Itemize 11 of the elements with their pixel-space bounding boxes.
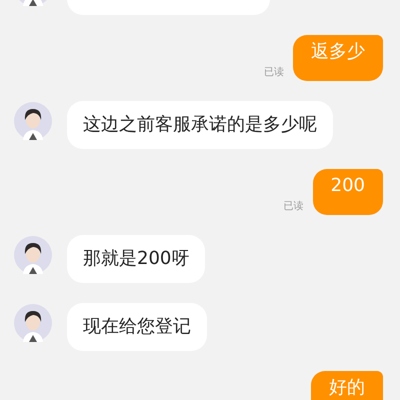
message-bubble: 200 — [312, 169, 383, 215]
avatar-icon — [14, 304, 52, 342]
avatar-icon — [14, 236, 52, 274]
avatar-icon — [14, 102, 52, 140]
read-status: 已读 — [284, 200, 304, 214]
message-bubble: 那就是200呀 — [67, 235, 206, 283]
message-bubble: 返多少 — [293, 35, 383, 81]
message-bubble: 现在给您登记 — [67, 303, 207, 351]
message-bubble: 好的 — [311, 371, 383, 400]
read-status: 已读 — [264, 66, 284, 80]
message-bubble: 这边之前客服承诺的是多少呢 — [67, 101, 333, 149]
